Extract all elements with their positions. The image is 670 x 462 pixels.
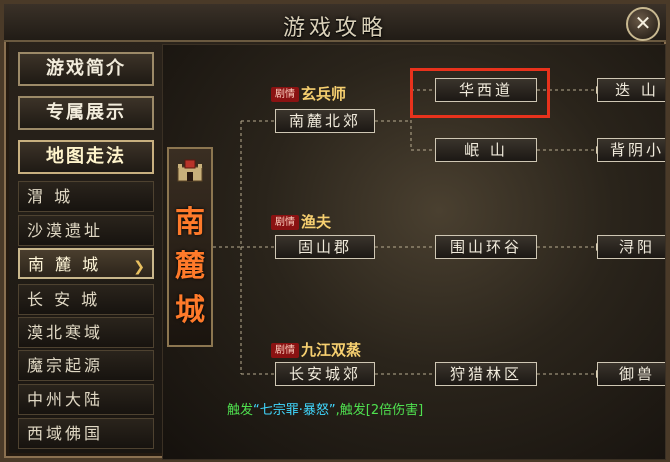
route-node-min-mountain[interactable]: 岷 山: [435, 138, 537, 162]
trigger-effect: [2倍伤害]: [365, 403, 424, 418]
window-title: 游戏攻略: [282, 16, 387, 41]
route-node-changan-suburb[interactable]: 长安城郊: [275, 362, 375, 386]
map-item-changan-city[interactable]: 长 安 城: [18, 284, 154, 315]
trigger-middle: ,触发: [335, 403, 366, 418]
route-node-nanlu-north[interactable]: 南麓北郊: [275, 109, 375, 133]
title-bar: 游戏攻略 ✕: [4, 4, 666, 42]
map-item-label: 漠北寒域: [27, 323, 104, 342]
plot-name: 九江双蒸: [301, 341, 362, 359]
category-exclusive-showcase-button[interactable]: 专属展示: [18, 96, 154, 130]
category-map-route-button[interactable]: 地图走法: [18, 140, 154, 174]
route-node-die-mountain[interactable]: 迭 山: [597, 78, 665, 102]
city-name: 南麓城: [175, 205, 205, 328]
map-item-mobei[interactable]: 漠北寒域: [18, 317, 154, 348]
city-gate-icon: [177, 159, 203, 182]
route-panel: 南麓城 剧情 玄兵师 南麓北郊 华西道 迭 山 岷 山 背阴小 剧情 渔夫 固山…: [162, 44, 666, 460]
route-node-weishan-valley[interactable]: 围山环谷: [435, 235, 537, 259]
map-item-label: 渭 城: [27, 187, 74, 206]
plot-label-route-2: 剧情 渔夫: [271, 213, 381, 231]
map-item-mozong[interactable]: 魔宗起源: [18, 350, 154, 381]
plot-label-route-3: 剧情 九江双蒸: [271, 341, 391, 359]
route-node-gushan[interactable]: 固山郡: [275, 235, 375, 259]
close-icon[interactable]: ✕: [626, 7, 660, 41]
plot-tag-badge: 剧情: [271, 87, 299, 102]
plot-name: 玄兵师: [301, 85, 347, 103]
trigger-skill: “七宗罪·暴怒”: [253, 403, 336, 418]
trigger-prefix: 触发: [227, 403, 254, 418]
plot-label-route-1: 剧情 玄兵师: [271, 85, 381, 103]
map-item-label: 魔宗起源: [27, 356, 104, 375]
map-item-label: 西域佛国: [27, 424, 104, 443]
city-card: 南麓城: [167, 147, 213, 347]
category-game-intro-button[interactable]: 游戏简介: [18, 52, 154, 86]
map-item-label: 长 安 城: [27, 290, 101, 309]
map-item-label: 南 麓 城: [28, 255, 102, 274]
map-item-weicheng[interactable]: 渭 城: [18, 181, 154, 212]
strategy-window: 游戏攻略 ✕ 游戏简介 专属展示 地图走法 渭 城 沙漠遗址 南 麓 城 ❯ 长 …: [0, 0, 670, 462]
map-item-xiyu[interactable]: 西域佛国: [18, 418, 154, 449]
route-node-hunting-forest[interactable]: 狩猎林区: [435, 362, 537, 386]
plot-tag-badge: 剧情: [271, 215, 299, 230]
highlight-box: [410, 68, 550, 118]
map-item-nanlu-city[interactable]: 南 麓 城 ❯: [18, 248, 154, 279]
route-node-xunyang[interactable]: 浔阳: [597, 235, 665, 259]
chevron-right-icon: ❯: [133, 259, 148, 275]
map-item-zhongzhou[interactable]: 中州大陆: [18, 384, 154, 415]
trigger-text: 触发“七宗罪·暴怒”,触发[2倍伤害]: [227, 399, 423, 418]
route-node-beiyin[interactable]: 背阴小: [597, 138, 665, 162]
plot-tag-badge: 剧情: [271, 343, 299, 358]
map-item-desert-ruins[interactable]: 沙漠遗址: [18, 215, 154, 246]
plot-name: 渔夫: [301, 213, 332, 231]
route-node-yushou[interactable]: 御兽: [597, 362, 665, 386]
map-item-label: 中州大陆: [27, 390, 104, 409]
map-item-label: 沙漠遗址: [27, 221, 104, 240]
